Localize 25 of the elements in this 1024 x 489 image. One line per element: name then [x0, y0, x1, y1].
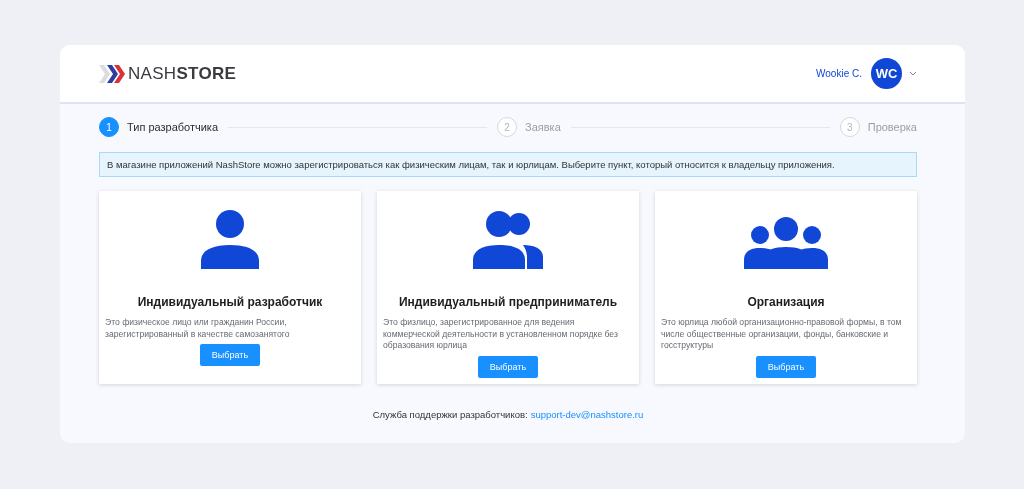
select-button[interactable]: Выбрать — [199, 344, 261, 366]
support-email-link[interactable]: support-dev@nashstore.ru — [530, 409, 644, 420]
step-number: 3 — [839, 117, 860, 137]
logo-text: NASHSTORE — [128, 63, 237, 84]
user-avatar[interactable]: WC — [871, 58, 902, 89]
step-number: 1 — [99, 117, 119, 137]
step-label: Заявка — [525, 121, 561, 133]
option-description: Это физлицо, зарегистрированное для ведения коммерческой деятельности в установленном порядке без образования юрлица — [383, 317, 619, 352]
step-label: Проверка — [867, 121, 917, 133]
step-label: Тип разработчика — [127, 121, 219, 133]
chevron-down-icon[interactable] — [909, 71, 917, 76]
option-title: Организация — [747, 295, 825, 309]
support-label: Служба поддержки разработчиков: — [372, 409, 528, 420]
chevrons-icon — [99, 64, 125, 83]
option-description: Это физическое лицо или гражданин России, зарегистрированный в качестве самозанятого — [105, 317, 291, 340]
info-banner: В магазине приложений NashStore можно зарегистрироваться как физическим лицам, так и юрлицам. Выберите пункт, который относится к владельцу приложения. — [99, 152, 917, 177]
group-icon — [744, 217, 828, 269]
option-title: Индивидуальный разработчик — [137, 295, 323, 309]
option-description: Это юрлица любой организационно-правовой формы, в том числе общественные организации, фонды, банковские и госструктуры — [661, 317, 903, 352]
two-people-icon — [473, 209, 543, 269]
select-button[interactable]: Выбрать — [477, 355, 539, 378]
option-title: Индивидуальный предприниматель — [398, 295, 618, 309]
user-name[interactable]: Wookie C. — [816, 68, 862, 79]
select-button[interactable]: Выбрать — [755, 355, 817, 378]
step-number: 2 — [497, 117, 517, 137]
